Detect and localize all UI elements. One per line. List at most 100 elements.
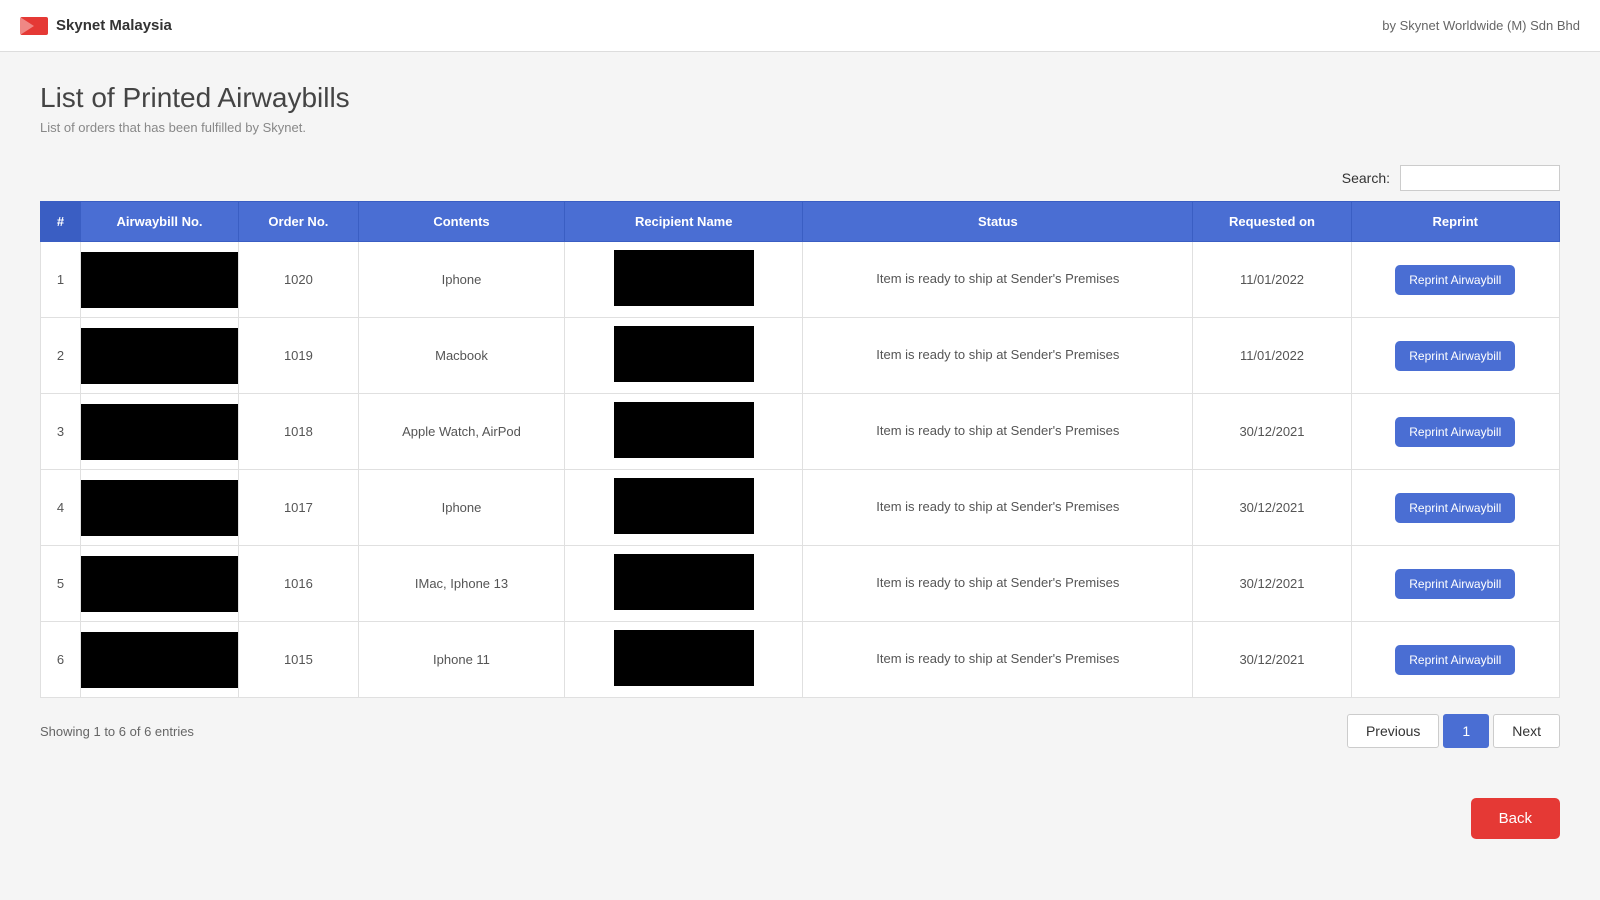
page-subtitle: List of orders that has been fulfilled b… bbox=[40, 120, 1560, 135]
airwaybill-cell bbox=[81, 242, 239, 318]
table-wrapper: # Airwaybill No. Order No. Contents Reci… bbox=[40, 201, 1560, 698]
date-cell: 30/12/2021 bbox=[1193, 470, 1351, 546]
reprint-button[interactable]: Reprint Airwaybill bbox=[1395, 417, 1515, 447]
contents-cell: Iphone 11 bbox=[358, 622, 565, 698]
recipient-image bbox=[614, 326, 754, 382]
recipient-cell bbox=[565, 242, 803, 318]
recipient-image bbox=[614, 478, 754, 534]
col-reprint: Reprint bbox=[1351, 202, 1559, 242]
reprint-cell: Reprint Airwaybill bbox=[1351, 318, 1559, 394]
row-num: 1 bbox=[41, 242, 81, 318]
status-cell: Item is ready to ship at Sender's Premis… bbox=[803, 318, 1193, 394]
date-cell: 30/12/2021 bbox=[1193, 622, 1351, 698]
col-recipient: Recipient Name bbox=[565, 202, 803, 242]
status-cell: Item is ready to ship at Sender's Premis… bbox=[803, 470, 1193, 546]
contents-cell: Iphone bbox=[358, 242, 565, 318]
pagination: Previous 1 Next bbox=[1347, 714, 1560, 748]
reprint-button[interactable]: Reprint Airwaybill bbox=[1395, 645, 1515, 675]
table-row: 4 1017 Iphone Item is ready to ship at S… bbox=[41, 470, 1560, 546]
airwaybill-image bbox=[81, 404, 238, 460]
entries-info: Showing 1 to 6 of 6 entries bbox=[40, 724, 194, 739]
col-contents: Contents bbox=[358, 202, 565, 242]
reprint-button[interactable]: Reprint Airwaybill bbox=[1395, 569, 1515, 599]
airwaybill-cell bbox=[81, 622, 239, 698]
recipient-cell bbox=[565, 622, 803, 698]
logo-container: Skynet Malaysia bbox=[20, 17, 172, 35]
search-bar: Search: bbox=[40, 165, 1560, 191]
search-input[interactable] bbox=[1400, 165, 1560, 191]
recipient-cell bbox=[565, 470, 803, 546]
main-content: List of Printed Airwaybills List of orde… bbox=[0, 52, 1600, 778]
table-row: 2 1019 Macbook Item is ready to ship at … bbox=[41, 318, 1560, 394]
row-num: 3 bbox=[41, 394, 81, 470]
reprint-cell: Reprint Airwaybill bbox=[1351, 622, 1559, 698]
table-row: 6 1015 Iphone 11 Item is ready to ship a… bbox=[41, 622, 1560, 698]
reprint-button[interactable]: Reprint Airwaybill bbox=[1395, 341, 1515, 371]
status-cell: Item is ready to ship at Sender's Premis… bbox=[803, 394, 1193, 470]
order-no-cell: 1018 bbox=[239, 394, 359, 470]
status-cell: Item is ready to ship at Sender's Premis… bbox=[803, 546, 1193, 622]
row-num: 4 bbox=[41, 470, 81, 546]
logo-icon bbox=[20, 17, 48, 35]
date-cell: 30/12/2021 bbox=[1193, 394, 1351, 470]
contents-cell: IMac, Iphone 13 bbox=[358, 546, 565, 622]
status-cell: Item is ready to ship at Sender's Premis… bbox=[803, 242, 1193, 318]
order-no-cell: 1019 bbox=[239, 318, 359, 394]
airwaybill-image bbox=[81, 632, 238, 688]
table-row: 1 1020 Iphone Item is ready to ship at S… bbox=[41, 242, 1560, 318]
reprint-button[interactable]: Reprint Airwaybill bbox=[1395, 265, 1515, 295]
order-no-cell: 1016 bbox=[239, 546, 359, 622]
table-header-row: # Airwaybill No. Order No. Contents Reci… bbox=[41, 202, 1560, 242]
page-title: List of Printed Airwaybills bbox=[40, 82, 1560, 114]
airwaybill-cell bbox=[81, 318, 239, 394]
airwaybills-table: # Airwaybill No. Order No. Contents Reci… bbox=[40, 201, 1560, 698]
back-section: Back bbox=[0, 778, 1600, 859]
airwaybill-cell bbox=[81, 470, 239, 546]
reprint-button[interactable]: Reprint Airwaybill bbox=[1395, 493, 1515, 523]
page-1-button[interactable]: 1 bbox=[1443, 714, 1489, 748]
table-row: 3 1018 Apple Watch, AirPod Item is ready… bbox=[41, 394, 1560, 470]
contents-cell: Apple Watch, AirPod bbox=[358, 394, 565, 470]
back-button[interactable]: Back bbox=[1471, 798, 1560, 839]
recipient-image bbox=[614, 402, 754, 458]
reprint-cell: Reprint Airwaybill bbox=[1351, 470, 1559, 546]
reprint-cell: Reprint Airwaybill bbox=[1351, 546, 1559, 622]
table-row: 5 1016 IMac, Iphone 13 Item is ready to … bbox=[41, 546, 1560, 622]
airwaybill-image bbox=[81, 252, 238, 308]
status-cell: Item is ready to ship at Sender's Premis… bbox=[803, 622, 1193, 698]
order-no-cell: 1015 bbox=[239, 622, 359, 698]
recipient-image bbox=[614, 630, 754, 686]
header-company: by Skynet Worldwide (M) Sdn Bhd bbox=[1382, 18, 1580, 33]
reprint-cell: Reprint Airwaybill bbox=[1351, 242, 1559, 318]
contents-cell: Iphone bbox=[358, 470, 565, 546]
recipient-cell bbox=[565, 546, 803, 622]
col-status: Status bbox=[803, 202, 1193, 242]
next-button[interactable]: Next bbox=[1493, 714, 1560, 748]
airwaybill-image bbox=[81, 328, 238, 384]
recipient-cell bbox=[565, 318, 803, 394]
recipient-image bbox=[614, 554, 754, 610]
col-requested: Requested on bbox=[1193, 202, 1351, 242]
search-label: Search: bbox=[1342, 170, 1390, 186]
previous-button[interactable]: Previous bbox=[1347, 714, 1439, 748]
airwaybill-image bbox=[81, 480, 238, 536]
row-num: 6 bbox=[41, 622, 81, 698]
col-num: # bbox=[41, 202, 81, 242]
row-num: 5 bbox=[41, 546, 81, 622]
recipient-cell bbox=[565, 394, 803, 470]
row-num: 2 bbox=[41, 318, 81, 394]
order-no-cell: 1020 bbox=[239, 242, 359, 318]
airwaybill-image bbox=[81, 556, 238, 612]
table-footer: Showing 1 to 6 of 6 entries Previous 1 N… bbox=[40, 714, 1560, 748]
date-cell: 30/12/2021 bbox=[1193, 546, 1351, 622]
date-cell: 11/01/2022 bbox=[1193, 318, 1351, 394]
col-order: Order No. bbox=[239, 202, 359, 242]
airwaybill-cell bbox=[81, 546, 239, 622]
contents-cell: Macbook bbox=[358, 318, 565, 394]
header-logo-text: Skynet Malaysia bbox=[56, 17, 172, 34]
col-airwaybill: Airwaybill No. bbox=[81, 202, 239, 242]
date-cell: 11/01/2022 bbox=[1193, 242, 1351, 318]
airwaybill-cell bbox=[81, 394, 239, 470]
recipient-image bbox=[614, 250, 754, 306]
order-no-cell: 1017 bbox=[239, 470, 359, 546]
